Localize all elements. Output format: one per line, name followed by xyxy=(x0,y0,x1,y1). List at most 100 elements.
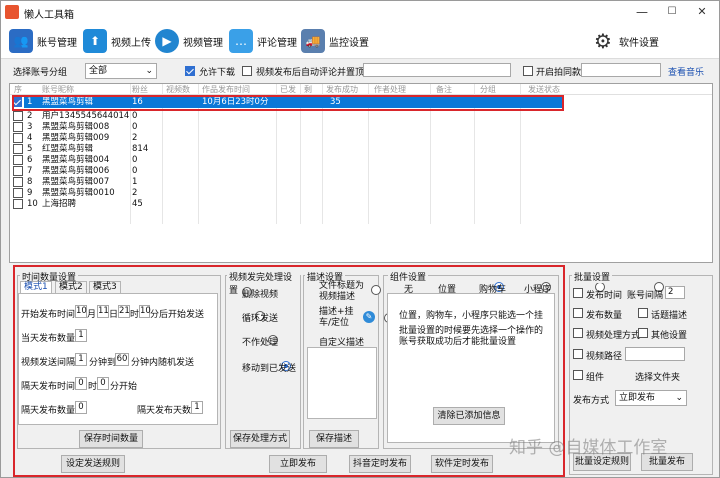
row-checkbox[interactable] xyxy=(13,188,23,198)
table-row[interactable]: 2 用户1345545644014 0 xyxy=(10,111,712,122)
choose-folder-button[interactable]: 选择文件夹 xyxy=(635,370,680,383)
video-icon: ▶ xyxy=(155,29,179,53)
table-row[interactable]: 10 上海招聘 45 xyxy=(10,199,712,210)
table-row[interactable]: 8 黑盟菜鸟剪辑007 1 xyxy=(10,177,712,188)
next-min-unit: 分开始 xyxy=(110,382,138,392)
publish-mode-select[interactable]: 立即发布 ⌄ xyxy=(615,390,687,406)
interval-min-input[interactable]: 1 xyxy=(75,353,87,366)
row-checkbox[interactable] xyxy=(13,199,23,209)
start-min-input[interactable]: 10 xyxy=(139,305,151,318)
upload-icon: ⬆ xyxy=(83,29,107,53)
douyin-timed-button[interactable]: 抖音定时发布 xyxy=(349,455,411,473)
publish-now-button[interactable]: 立即发布 xyxy=(269,455,327,473)
toolbar-settings-button[interactable]: ⚙ 软件设置 xyxy=(591,25,659,57)
account-interval-input[interactable]: 2 xyxy=(665,286,685,299)
start-hour-input[interactable]: 21 xyxy=(118,305,130,318)
row-checkbox[interactable] xyxy=(13,133,23,143)
next-min-input[interactable]: 0 xyxy=(97,377,109,390)
comment-icon: … xyxy=(229,29,253,53)
save-process-button[interactable]: 保存处理方式 xyxy=(230,430,290,448)
table-row[interactable]: 9 黑盟菜鸟剪辑0010 2 xyxy=(10,188,712,199)
view-music-link[interactable]: 查看音乐 xyxy=(668,65,704,78)
start-day-input[interactable]: 11 xyxy=(97,305,109,318)
table-row[interactable]: 7 黑盟菜鸟剪辑006 0 xyxy=(10,166,712,177)
table-row[interactable]: 3 黑盟菜鸟剪辑008 0 xyxy=(10,122,712,133)
batch-process-checkbox[interactable] xyxy=(573,328,583,338)
batch-component-checkbox[interactable] xyxy=(573,370,583,380)
app-window: 懒人工具箱 — ☐ ✕ 👥 账号管理 ⬆ 视频上传 ▶ 视频管理 … 评论管理 … xyxy=(0,0,720,478)
row-name: 黑盟菜鸟剪辑0010 xyxy=(42,188,115,198)
shoot-same-checkbox[interactable] xyxy=(523,66,533,76)
table-row[interactable]: 6 黑盟菜鸟剪辑004 0 xyxy=(10,155,712,166)
row-name: 黑盟菜鸟剪辑006 xyxy=(42,166,110,176)
pin-icon[interactable]: ✎ xyxy=(363,311,375,323)
table-header: 序 账号昵称 粉丝 视频数 作品发布时间 已发 剩 发布成功 作者处理 备注 分… xyxy=(10,84,712,95)
minimize-button[interactable]: — xyxy=(627,3,657,21)
month-unit: 月 xyxy=(87,310,97,320)
toolbar-video-button[interactable]: ▶ 视频管理 xyxy=(155,25,223,57)
row-fans: 0 xyxy=(132,155,138,165)
row-fans: 814 xyxy=(132,144,149,154)
row-fans: 0 xyxy=(132,166,138,176)
allow-download-checkbox[interactable] xyxy=(185,66,195,76)
next-days-input[interactable]: 1 xyxy=(191,401,203,414)
table-row[interactable]: 4 黑盟菜鸟剪辑009 2 xyxy=(10,133,712,144)
chevron-down-icon: ⌄ xyxy=(145,66,153,76)
batch-count-checkbox[interactable] xyxy=(573,308,583,318)
selected-row-highlight xyxy=(12,95,564,111)
toolbar-upload-label: 视频上传 xyxy=(111,37,151,49)
close-button[interactable]: ✕ xyxy=(687,3,717,21)
row-index: 5 xyxy=(27,144,33,154)
row-index: 3 xyxy=(27,122,33,132)
option-none-label: 不作处理 xyxy=(242,338,279,348)
toolbar-comment-button[interactable]: … 评论管理 xyxy=(229,25,297,57)
row-name: 红盟菜鸟剪辑 xyxy=(42,144,94,154)
batch-publish-time-label: 发布时间 xyxy=(586,291,623,301)
group-select[interactable]: 全部 ⌄ xyxy=(85,63,157,79)
maximize-button[interactable]: ☐ xyxy=(657,3,687,21)
batch-topic-checkbox[interactable] xyxy=(638,308,648,318)
col-header: 序 xyxy=(14,85,22,94)
next-hour-input[interactable]: 0 xyxy=(75,377,87,390)
custom-desc-textarea[interactable] xyxy=(307,347,377,419)
row-index: 2 xyxy=(27,111,33,121)
allow-download-label: 允许下载 xyxy=(199,68,236,78)
start-month-input[interactable]: 10 xyxy=(75,305,87,318)
batch-count-label: 发布数量 xyxy=(586,311,623,321)
save-time-button[interactable]: 保存时间数量 xyxy=(79,430,143,448)
clear-info-button[interactable]: 清除已添加信息 xyxy=(433,407,505,425)
next-count-label: 隔天发布数量 xyxy=(21,406,76,416)
toolbar-comment-label: 评论管理 xyxy=(257,37,297,49)
col-header: 剩 xyxy=(304,85,312,94)
software-timed-button[interactable]: 软件定时发布 xyxy=(431,455,493,473)
toolbar-monitor-button[interactable]: 🚚 监控设置 xyxy=(301,25,369,57)
row-checkbox[interactable] xyxy=(13,166,23,176)
col-header: 已发 xyxy=(280,85,296,94)
auto-comment-checkbox[interactable] xyxy=(242,66,252,76)
next-count-input[interactable]: 0 xyxy=(75,401,87,414)
row-checkbox[interactable] xyxy=(13,155,23,165)
set-rules-button[interactable]: 设定发送规则 xyxy=(61,455,125,473)
row-checkbox[interactable] xyxy=(13,144,23,154)
daily-count-input[interactable]: 1 xyxy=(75,329,87,342)
gear-icon: ⚙ xyxy=(591,29,615,53)
interval-mid-label: 分钟到 xyxy=(89,358,117,368)
interval-max-input[interactable]: 60 xyxy=(115,353,129,366)
table-row[interactable]: 5 红盟菜鸟剪辑 814 xyxy=(10,144,712,155)
col-header: 发布成功 xyxy=(326,85,358,94)
shoot-same-input[interactable] xyxy=(581,63,661,77)
batch-path-input[interactable] xyxy=(625,347,685,361)
row-checkbox[interactable] xyxy=(13,177,23,187)
save-desc-button[interactable]: 保存描述 xyxy=(309,430,359,448)
batch-path-checkbox[interactable] xyxy=(573,349,583,359)
row-index: 7 xyxy=(27,166,33,176)
auto-comment-input[interactable] xyxy=(363,63,511,77)
publish-mode-label: 发布方式 xyxy=(573,396,610,406)
row-checkbox[interactable] xyxy=(13,122,23,132)
toolbar-upload-button[interactable]: ⬆ 视频上传 xyxy=(83,25,151,57)
batch-publish-time-checkbox[interactable] xyxy=(573,288,583,298)
batch-other-checkbox[interactable] xyxy=(638,328,648,338)
row-index: 6 xyxy=(27,155,33,165)
toolbar-accounts-button[interactable]: 👥 账号管理 xyxy=(9,25,77,57)
row-checkbox[interactable] xyxy=(13,111,23,121)
